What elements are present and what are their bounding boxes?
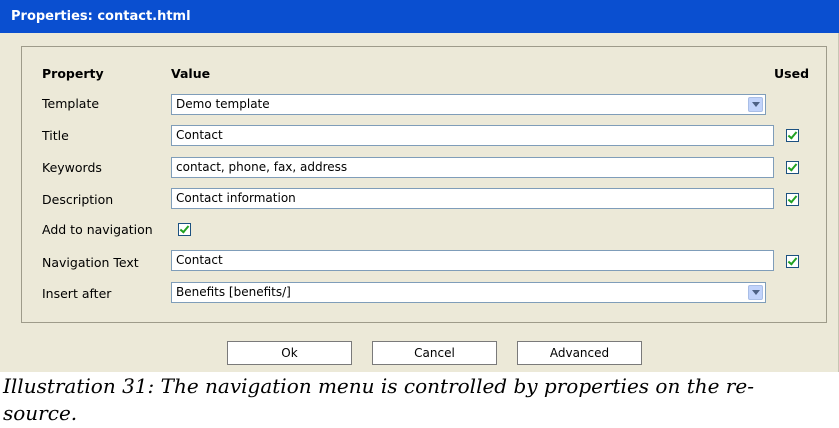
title-used-checkbox[interactable] xyxy=(786,129,799,142)
insert-after-select-value: Benefits [benefits/] xyxy=(176,285,291,299)
value-column-header: Value xyxy=(171,66,211,81)
dialog-title: Properties: contact.html xyxy=(0,0,839,33)
description-input[interactable]: Contact information xyxy=(171,188,774,209)
chevron-down-icon[interactable] xyxy=(748,285,763,300)
description-used-checkbox[interactable] xyxy=(786,193,799,206)
properties-dialog: Properties: contact.html Property Value … xyxy=(0,0,839,372)
caption-line-1: Illustration 31: The navigation menu is … xyxy=(3,374,754,398)
add-to-navigation-label: Add to navigation xyxy=(42,222,153,237)
keywords-used-checkbox[interactable] xyxy=(786,161,799,174)
insert-after-select[interactable]: Benefits [benefits/] xyxy=(171,282,766,303)
template-select-value: Demo template xyxy=(176,97,270,111)
keywords-label: Keywords xyxy=(42,160,102,175)
advanced-button[interactable]: Advanced xyxy=(517,341,642,365)
ok-button[interactable]: Ok xyxy=(227,341,352,365)
title-label: Title xyxy=(42,128,69,143)
navigation-text-input[interactable]: Contact xyxy=(171,250,774,271)
keywords-input[interactable]: contact, phone, fax, address xyxy=(171,157,774,178)
chevron-down-icon[interactable] xyxy=(748,97,763,112)
add-to-navigation-checkbox[interactable] xyxy=(178,223,191,236)
caption-line-2: source. xyxy=(3,401,78,425)
template-label: Template xyxy=(42,96,100,111)
insert-after-label: Insert after xyxy=(42,286,112,301)
navigation-text-label: Navigation Text xyxy=(42,255,139,270)
template-select[interactable]: Demo template xyxy=(171,94,766,115)
property-column-header: Property xyxy=(42,66,104,81)
cancel-button[interactable]: Cancel xyxy=(372,341,497,365)
description-label: Description xyxy=(42,192,114,207)
navigation-text-used-checkbox[interactable] xyxy=(786,255,799,268)
used-column-header: Used xyxy=(774,66,810,81)
title-input[interactable]: Contact xyxy=(171,125,774,146)
